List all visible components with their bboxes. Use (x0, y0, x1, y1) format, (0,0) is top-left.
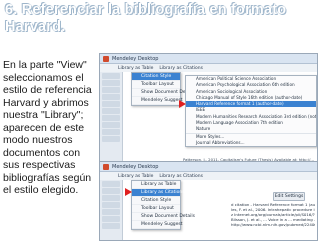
citation-line: http://www.ncbi.nlm.nih.gov/pubmed/22406… (231, 222, 315, 227)
window-title: Mendeley Desktop (112, 163, 159, 170)
journal-abbreviations-option[interactable]: Journal Abbreviations... (186, 140, 316, 146)
citation-preview: d citation - Harvard Reference format 1 … (231, 202, 315, 227)
sidebar-item[interactable] (102, 136, 120, 142)
menu-item-show-document-details[interactable]: Show Document Details (132, 213, 195, 221)
mendeley-screenshot-citations: Mendeley Desktop Library as Table Librar… (99, 161, 318, 241)
mendeley-screenshot-view-menu: Mendeley Desktop Library as Table Librar… (99, 53, 318, 165)
toolbar-item-library-citations[interactable]: Library as Citations (159, 174, 203, 179)
sidebar-item[interactable] (102, 188, 120, 194)
sidebar-item[interactable] (102, 108, 120, 114)
sidebar-item[interactable] (102, 181, 120, 187)
menu-item-mendeley-suggest[interactable]: Mendeley Suggest (132, 221, 183, 229)
sidebar-item[interactable] (102, 122, 120, 128)
menu-item-citation-style[interactable]: Citation Style (132, 197, 180, 205)
style-option[interactable]: Nature (186, 126, 316, 134)
menu-item-toolbar-layout[interactable]: Toolbar Layout (132, 205, 180, 213)
menu-item-toolbar-layout[interactable]: Toolbar Layout (132, 81, 180, 89)
library-sidebar (100, 180, 123, 240)
menu-item-library-citations[interactable]: Library as Citations (132, 189, 185, 197)
mendeley-app-icon (103, 163, 109, 170)
citation-style-submenu: American Political Science Association A… (185, 75, 317, 148)
sidebar-item[interactable] (102, 87, 120, 93)
sidebar-item[interactable] (102, 80, 120, 86)
menu-item-show-document-details[interactable]: Show Document Details (132, 89, 195, 97)
window-title: Mendeley Desktop (112, 55, 159, 62)
toolbar-item-library-table[interactable]: Library as Table (118, 174, 153, 179)
edit-settings-button[interactable]: Edit Settings (273, 192, 305, 201)
sidebar-item[interactable] (102, 94, 120, 100)
slide-body-text: En la parte "View" seleccionamos el esti… (3, 59, 92, 196)
mendeley-app-icon (103, 55, 109, 62)
main-content: Citation Style Toolbar Layout Show Docum… (123, 72, 317, 164)
menu-item-citation-style[interactable]: Citation Style (132, 73, 180, 81)
sidebar-item[interactable] (102, 73, 120, 79)
view-menu: Library as Table Library as Citations Ci… (131, 180, 195, 230)
sidebar-item[interactable] (102, 195, 120, 201)
sidebar-item[interactable] (102, 216, 120, 222)
red-arrow-icon (179, 100, 186, 108)
slide-title: 6. Referenciar la bibliografía en format… (5, 2, 287, 35)
sidebar-item[interactable] (102, 115, 120, 121)
library-sidebar (100, 72, 123, 164)
toolbar-item-library-table[interactable]: Library as Table (118, 66, 153, 71)
window-title-bar: Mendeley Desktop (100, 162, 317, 172)
red-arrow-icon (125, 188, 132, 196)
sidebar-item[interactable] (102, 223, 120, 229)
toolbar-item-library-citations[interactable]: Library as Citations (159, 66, 203, 71)
sidebar-item[interactable] (102, 202, 120, 208)
sidebar-item[interactable] (102, 209, 120, 215)
sidebar-item[interactable] (102, 129, 120, 135)
menu-item-mendeley-suggest[interactable]: Mendeley Suggest (132, 97, 183, 105)
window-title-bar: Mendeley Desktop (100, 54, 317, 64)
view-menu: Citation Style Toolbar Layout Show Docum… (131, 72, 195, 106)
sidebar-item[interactable] (102, 101, 120, 107)
main-content: Library as Table Library as Citations Ci… (123, 180, 317, 240)
menu-item-library-table[interactable]: Library as Table (132, 181, 180, 189)
